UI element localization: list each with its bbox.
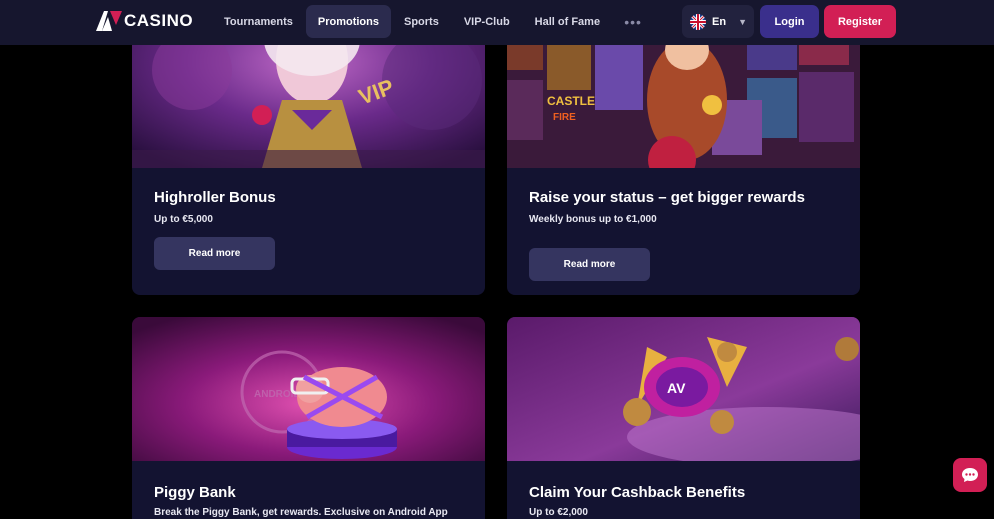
nav-promotions[interactable]: Promotions bbox=[305, 5, 391, 38]
promo-card-piggy-bank: ANDROID Piggy Bank Break the Piggy Bank,… bbox=[132, 317, 485, 519]
login-button[interactable]: Login bbox=[760, 5, 819, 38]
svg-text:CASTLE: CASTLE bbox=[547, 94, 595, 108]
nav-hall-of-fame[interactable]: Hall of Fame bbox=[523, 5, 612, 38]
language-label: En bbox=[712, 15, 727, 28]
language-selector[interactable]: En ▼ bbox=[682, 5, 754, 38]
chevron-down-icon: ▼ bbox=[738, 16, 747, 27]
cashback-image[interactable]: AV bbox=[507, 317, 860, 461]
promo-subtitle: Break the Piggy Bank, get rewards. Exclu… bbox=[154, 507, 448, 518]
promo-subtitle: Up to €5,000 bbox=[154, 214, 213, 225]
piggy-bank-image[interactable]: ANDROID bbox=[132, 317, 485, 461]
promo-card-cashback: AV Claim Your Cashback Benefits Up to €2… bbox=[507, 317, 860, 519]
chat-button[interactable] bbox=[953, 458, 987, 492]
top-header: CASINO Tournaments Promotions Sports VIP… bbox=[0, 0, 994, 45]
chat-icon bbox=[962, 468, 978, 482]
nav-tournaments[interactable]: Tournaments bbox=[212, 5, 305, 38]
page: CASINO Tournaments Promotions Sports VIP… bbox=[0, 0, 994, 519]
promo-title: Raise your status – get bigger rewards bbox=[529, 189, 805, 206]
promo-subtitle: Weekly bonus up to €1,000 bbox=[529, 214, 657, 225]
register-button[interactable]: Register bbox=[824, 5, 896, 38]
promo-title: Claim Your Cashback Benefits bbox=[529, 484, 746, 501]
uk-flag-icon bbox=[690, 13, 706, 30]
main-nav: Tournaments Promotions Sports VIP-Club H… bbox=[212, 5, 653, 38]
logo[interactable]: CASINO bbox=[96, 11, 193, 31]
logo-mark-icon bbox=[96, 11, 122, 31]
svg-text:AV: AV bbox=[667, 380, 686, 396]
nav-sports[interactable]: Sports bbox=[392, 5, 451, 38]
promo-subtitle: Up to €2,000 bbox=[529, 507, 588, 518]
promo-title: Highroller Bonus bbox=[154, 189, 276, 206]
nav-vip-club[interactable]: VIP-Club bbox=[452, 5, 522, 38]
svg-text:FIRE: FIRE bbox=[553, 112, 576, 123]
logo-text: CASINO bbox=[124, 11, 194, 30]
read-more-button[interactable]: Read more bbox=[154, 237, 275, 270]
read-more-button[interactable]: Read more bbox=[529, 248, 650, 281]
more-menu-button[interactable]: ••• bbox=[613, 5, 653, 38]
promo-title: Piggy Bank bbox=[154, 484, 236, 501]
